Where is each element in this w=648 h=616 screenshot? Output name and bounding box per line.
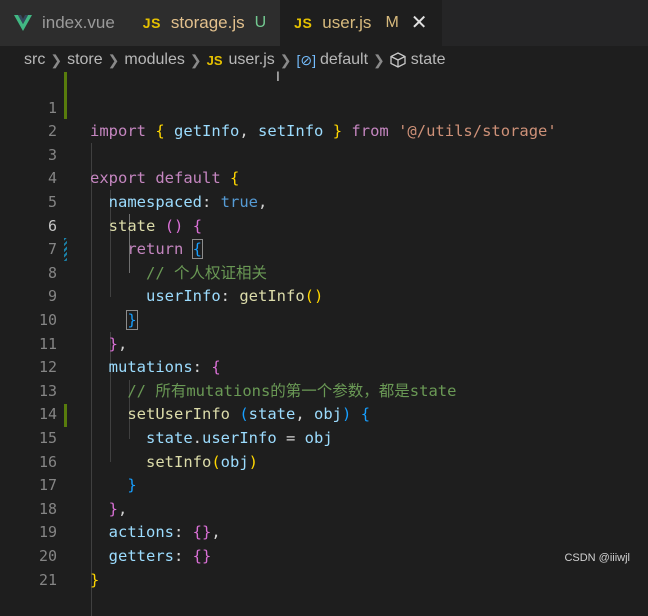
code-line: 5 state () { xyxy=(0,167,648,235)
breadcrumb-item-state[interactable]: state xyxy=(411,51,446,69)
code-line: 15 setInfo(obj) xyxy=(0,403,648,471)
tab-storage-js[interactable]: JS storage.js U xyxy=(128,0,281,46)
cube-icon xyxy=(390,52,406,68)
tab-label: index.vue xyxy=(42,13,115,32)
symbol-variable-icon: [⊘] xyxy=(296,51,316,68)
code-line: 10 }, xyxy=(0,285,648,353)
code-line: 4 namespaced: true, xyxy=(0,144,648,211)
watermark: CSDN @iiiwjl xyxy=(564,552,630,564)
code-line: 21 xyxy=(0,545,648,589)
code-line: 7 // 个人权证相关 xyxy=(0,215,648,282)
tab-label: user.js xyxy=(322,13,372,32)
code-line: 11 mutations: { xyxy=(0,309,648,377)
chevron-right-icon: ❯ xyxy=(279,51,292,68)
code-line: 12 // 所有mutations的第一个参数，都是state xyxy=(0,333,648,400)
code-line: 19 getters: {} xyxy=(0,498,648,565)
code-line: 16 } xyxy=(0,427,648,495)
js-icon: JS xyxy=(294,15,313,31)
chevron-right-icon: ❯ xyxy=(189,51,202,68)
tab-bar-empty xyxy=(441,0,648,46)
line-number: 21 xyxy=(38,570,57,589)
breadcrumb-item-user-js[interactable]: user.js xyxy=(229,51,275,69)
git-modified-badge: M xyxy=(385,14,399,31)
breadcrumb-item-modules[interactable]: modules xyxy=(124,51,184,69)
breadcrumb-item-src[interactable]: src xyxy=(24,51,45,69)
code-line: 9 } xyxy=(0,262,648,330)
breadcrumb-item-store[interactable]: store xyxy=(67,51,103,69)
js-icon: JS xyxy=(142,15,161,31)
code-line: 1 import { getInfo, setInfo } from '@/ut… xyxy=(0,73,648,141)
code-line: 3 export default { xyxy=(0,120,648,188)
vue-icon xyxy=(14,15,32,31)
code-line-current: 6 return { xyxy=(0,191,648,260)
code-line: 20 } xyxy=(0,521,648,589)
code-line: 17 }, xyxy=(0,451,648,518)
close-icon[interactable]: ✕ xyxy=(411,13,428,33)
code-line: 13 setUserInfo (state, obj) { xyxy=(0,356,648,424)
code-line: 14 state.userInfo = obj xyxy=(0,380,648,447)
code-line: 8 userInfo: getInfo() xyxy=(0,238,648,306)
code-line: 18 actions: {}, xyxy=(0,474,648,542)
git-untracked-badge: U xyxy=(254,14,267,31)
code-editor[interactable]: 1 import { getInfo, setInfo } from '@/ut… xyxy=(0,72,648,616)
chevron-right-icon: ❯ xyxy=(50,51,63,68)
breadcrumb: src ❯ store ❯ modules ❯ JS user.js ❯ [⊘]… xyxy=(0,46,648,74)
editor-tab-bar: index.vue JS storage.js U JS user.js M ✕ xyxy=(0,0,648,46)
tab-user-js[interactable]: JS user.js M ✕ xyxy=(280,0,442,46)
chevron-right-icon: ❯ xyxy=(107,51,120,68)
chevron-right-icon: ❯ xyxy=(373,51,385,68)
js-icon: JS xyxy=(206,52,223,68)
tab-label: storage.js xyxy=(170,13,245,32)
code-line: 2 xyxy=(0,97,648,140)
tab-index-vue[interactable]: index.vue xyxy=(0,0,129,46)
breadcrumb-item-default[interactable]: default xyxy=(320,51,368,69)
